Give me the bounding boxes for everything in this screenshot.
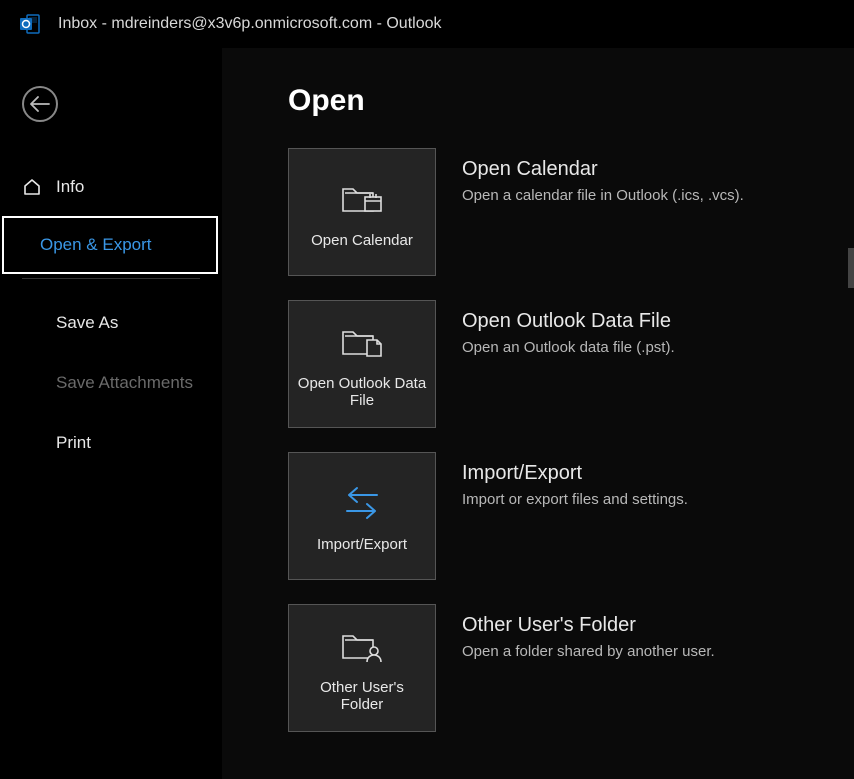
option-title: Import/Export xyxy=(462,462,688,485)
sidebar-label-open-export: Open & Export xyxy=(40,235,152,255)
option-import-export: Import/Export Import/Export Import or ex… xyxy=(288,452,854,580)
option-title: Open Outlook Data File xyxy=(462,310,675,333)
option-desc: Import or export files and settings. xyxy=(462,491,688,508)
folder-calendar-icon xyxy=(337,176,387,222)
import-export-icon xyxy=(337,480,387,526)
sidebar: Info Open & Export Save As Save Attachme… xyxy=(0,48,222,779)
sidebar-divider xyxy=(22,278,200,279)
option-open-calendar: Open Calendar Open Calendar Open a calen… xyxy=(288,148,854,276)
titlebar: Inbox - mdreinders@x3v6p.onmicrosoft.com… xyxy=(0,0,854,48)
sidebar-item-save-as[interactable]: Save As xyxy=(0,293,222,353)
sidebar-label-print: Print xyxy=(56,433,91,453)
back-arrow-icon xyxy=(30,96,50,112)
sidebar-item-save-attachments: Save Attachments xyxy=(0,353,222,413)
option-desc: Open a folder shared by another user. xyxy=(462,643,715,660)
sidebar-label-save-attachments: Save Attachments xyxy=(56,373,193,393)
sidebar-label-save-as: Save As xyxy=(56,313,118,333)
option-desc: Open a calendar file in Outlook (.ics, .… xyxy=(462,187,744,204)
sidebar-item-info[interactable]: Info xyxy=(0,158,222,216)
home-icon xyxy=(22,177,42,197)
tile-label: Import/Export xyxy=(317,536,407,553)
window-title: Inbox - mdreinders@x3v6p.onmicrosoft.com… xyxy=(58,15,442,33)
tile-label: Open Outlook Data File xyxy=(297,375,427,409)
outlook-app-icon xyxy=(18,12,42,36)
page-title: Open xyxy=(288,84,854,118)
option-title: Open Calendar xyxy=(462,158,744,181)
option-open-data-file: Open Outlook Data File Open Outlook Data… xyxy=(288,300,854,428)
tile-open-data-file[interactable]: Open Outlook Data File xyxy=(288,300,436,428)
main-panel: Open Open Calendar Open Calendar Open a … xyxy=(222,48,854,779)
folder-user-icon xyxy=(337,623,387,669)
tile-import-export[interactable]: Import/Export xyxy=(288,452,436,580)
sidebar-item-open-export[interactable]: Open & Export xyxy=(2,216,218,274)
sidebar-item-print[interactable]: Print xyxy=(0,413,222,473)
tile-other-users-folder[interactable]: Other User's Folder xyxy=(288,604,436,732)
option-desc: Open an Outlook data file (.pst). xyxy=(462,339,675,356)
tile-label: Other User's Folder xyxy=(297,679,427,713)
tile-label: Open Calendar xyxy=(311,232,413,249)
sidebar-label-info: Info xyxy=(56,177,84,197)
option-title: Other User's Folder xyxy=(462,614,715,637)
back-button[interactable] xyxy=(22,86,58,122)
folder-file-icon xyxy=(337,319,387,365)
tile-open-calendar[interactable]: Open Calendar xyxy=(288,148,436,276)
option-other-users-folder: Other User's Folder Other User's Folder … xyxy=(288,604,854,732)
